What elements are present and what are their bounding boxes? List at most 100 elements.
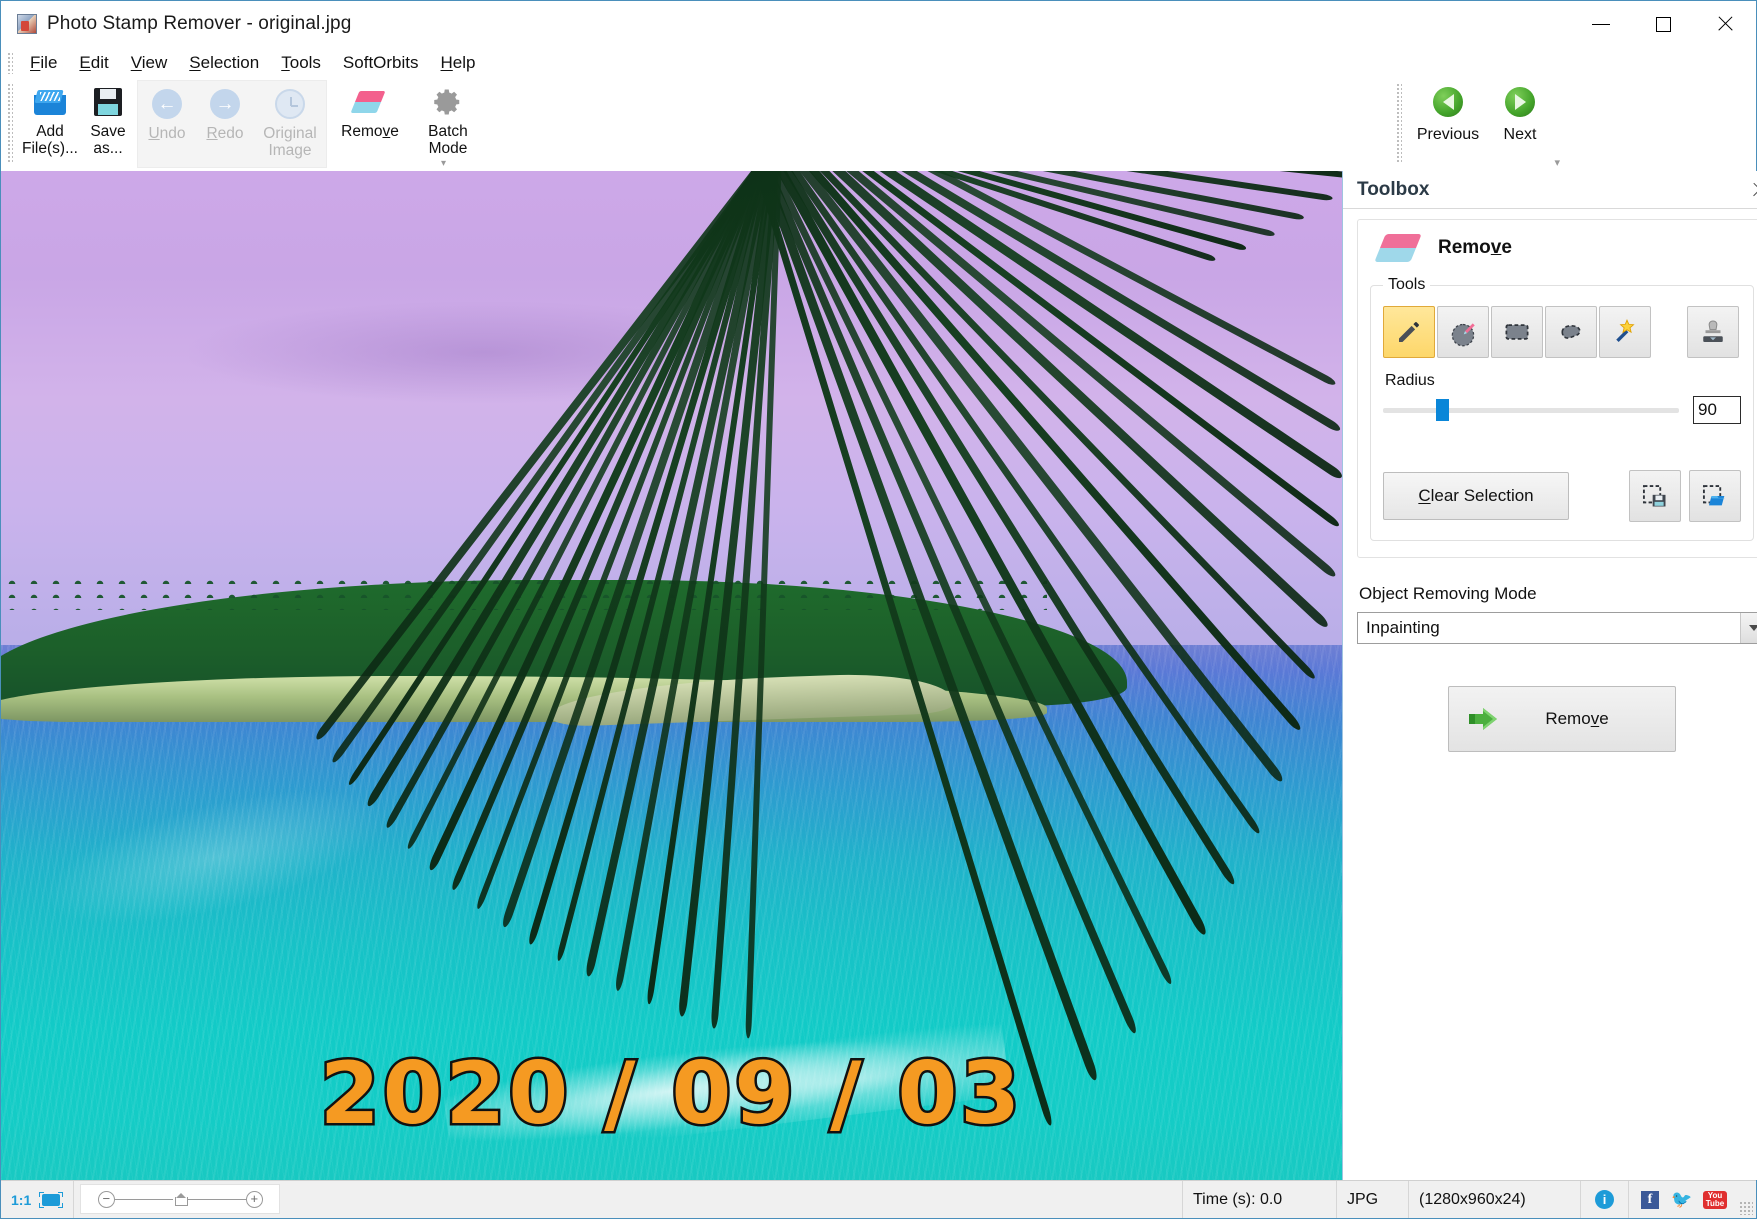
menu-item-view[interactable]: View: [120, 50, 179, 76]
remove-action-wrap: Remove: [1357, 686, 1757, 752]
close-icon: [1716, 15, 1734, 33]
toolbox-panel: Toolbox Remove Tools: [1342, 171, 1757, 1180]
status-format: JPG: [1337, 1181, 1409, 1218]
radius-label: Radius: [1385, 372, 1741, 390]
radius-slider[interactable]: [1383, 399, 1679, 421]
status-time: Time (s): 0.0: [1182, 1181, 1337, 1218]
redo-arrow-icon: →: [210, 87, 240, 121]
next-label: Next: [1504, 126, 1537, 144]
eraser-tool-button[interactable]: [1437, 306, 1489, 358]
object-removing-mode-select[interactable]: Inpainting: [1357, 612, 1757, 644]
photo-content: 2020 / 09 / 03: [1, 171, 1342, 1180]
menu-item-selection[interactable]: Selection: [178, 50, 270, 76]
toolbar-grip-handle[interactable]: [7, 83, 13, 163]
eraser-icon: [355, 85, 385, 119]
maximize-button[interactable]: [1632, 1, 1694, 47]
remove-section-header: Remove: [1370, 234, 1754, 262]
green-arrow-icon: [1467, 706, 1501, 732]
image-canvas[interactable]: 2020 / 09 / 03: [1, 171, 1342, 1180]
batch-mode-label: Batch Mode: [428, 123, 468, 157]
status-dimensions: (1280x960x24): [1409, 1181, 1581, 1218]
clear-selection-button[interactable]: Clear Selection: [1383, 472, 1569, 520]
menu-item-file[interactable]: File: [19, 50, 68, 76]
menu-item-softorbits[interactable]: SoftOrbits: [332, 50, 430, 76]
remove-action-button[interactable]: Remove: [1448, 686, 1676, 752]
radius-row: [1383, 396, 1741, 424]
menu-item-help[interactable]: Help: [430, 50, 487, 76]
window-controls: [1570, 1, 1756, 47]
zoom-in-button[interactable]: +: [246, 1191, 263, 1208]
toolbox-title: Toolbox: [1357, 179, 1429, 201]
undo-label: Undo: [148, 125, 185, 142]
zoom-reset-icon[interactable]: [175, 1193, 186, 1205]
navigation-group: Previous Next: [1396, 79, 1556, 171]
selection-io-group: [1621, 470, 1741, 522]
application-window: Photo Stamp Remover - original.jpg File …: [0, 0, 1757, 1219]
clock-history-icon: [275, 87, 305, 121]
title-bar: Photo Stamp Remover - original.jpg: [1, 1, 1756, 47]
load-selection-button[interactable]: [1689, 470, 1741, 522]
save-as-button[interactable]: Save as...: [79, 79, 137, 167]
rectangle-select-tool-button[interactable]: [1491, 306, 1543, 358]
object-removing-mode-value: Inpainting: [1366, 618, 1440, 638]
toolbar-overflow-icon[interactable]: ▾: [441, 158, 446, 169]
original-image-button[interactable]: Original Image: [254, 81, 326, 169]
toolbox-close-icon[interactable]: [1751, 181, 1757, 199]
redo-label: Redo: [206, 125, 243, 142]
radius-input[interactable]: [1693, 396, 1741, 424]
batch-mode-button[interactable]: Batch Mode: [413, 79, 483, 167]
zoom-actual-size-button[interactable]: 1:1: [11, 1192, 31, 1208]
minimize-button[interactable]: [1570, 1, 1632, 47]
menu-grip-handle[interactable]: [7, 52, 13, 74]
tools-legend: Tools: [1383, 276, 1430, 294]
zoom-buttons-group: 1:1: [1, 1181, 74, 1218]
add-files-button[interactable]: Add File(s)...: [21, 79, 79, 167]
menu-item-tools[interactable]: Tools: [270, 50, 332, 76]
undo-button[interactable]: ← Undo: [138, 81, 196, 169]
stamp-tool-button[interactable]: [1687, 306, 1739, 358]
fit-to-window-icon[interactable]: [39, 1192, 63, 1208]
lasso-tool-button[interactable]: [1545, 306, 1597, 358]
status-spacer: [280, 1181, 1182, 1218]
redo-button[interactable]: → Redo: [196, 81, 254, 169]
next-image-button[interactable]: Next: [1484, 79, 1556, 167]
history-button-group: ← Undo → Redo Original Image: [137, 80, 327, 168]
workspace: 2020 / 09 / 03 Toolbox Remove Tools: [1, 171, 1756, 1180]
social-icons-group: f 🐦 YouTube: [1629, 1181, 1739, 1218]
status-info-cell: i: [1581, 1181, 1629, 1218]
zoom-out-button[interactable]: −: [98, 1191, 115, 1208]
eraser-icon: [1374, 234, 1425, 262]
chevron-down-icon[interactable]: [1740, 613, 1757, 643]
tools-fieldset: Tools: [1370, 276, 1754, 541]
info-icon[interactable]: i: [1595, 1190, 1614, 1209]
add-files-label: Add File(s)...: [22, 123, 78, 157]
object-removing-mode-label: Object Removing Mode: [1359, 584, 1757, 604]
magic-wand-tool-button[interactable]: [1599, 306, 1651, 358]
gear-icon: [433, 85, 463, 119]
tools-row: [1383, 306, 1741, 358]
resize-grip[interactable]: [1739, 1201, 1753, 1215]
close-button[interactable]: [1694, 1, 1756, 47]
remove-toolbar-label: Remove: [341, 123, 399, 140]
nav-grip-handle[interactable]: [1396, 83, 1402, 163]
twitter-icon[interactable]: 🐦: [1671, 1191, 1691, 1209]
radius-slider-track: [1383, 408, 1679, 413]
palm-frond: [1, 171, 1342, 1180]
menu-bar: File Edit View Selection Tools SoftOrbit…: [1, 47, 1756, 79]
facebook-icon[interactable]: f: [1641, 1191, 1659, 1209]
status-bar: 1:1 − + Time (s): 0.0 JPG (1280x960x24) …: [1, 1180, 1756, 1218]
youtube-icon[interactable]: YouTube: [1703, 1191, 1727, 1209]
nav-overflow-icon[interactable]: ▾: [1554, 156, 1560, 169]
radius-slider-thumb[interactable]: [1436, 399, 1449, 421]
remove-toolbar-button[interactable]: Remove: [327, 79, 413, 167]
pencil-tool-button[interactable]: [1383, 306, 1435, 358]
menu-item-edit[interactable]: Edit: [68, 50, 119, 76]
zoom-slider[interactable]: − +: [80, 1184, 280, 1214]
next-arrow-icon: [1505, 87, 1535, 117]
previous-image-button[interactable]: Previous: [1412, 79, 1484, 167]
save-as-label: Save as...: [90, 123, 125, 157]
date-watermark: 2020 / 09 / 03: [320, 1044, 1023, 1144]
save-selection-button[interactable]: [1629, 470, 1681, 522]
previous-label: Previous: [1417, 126, 1479, 144]
maximize-icon: [1656, 17, 1671, 32]
